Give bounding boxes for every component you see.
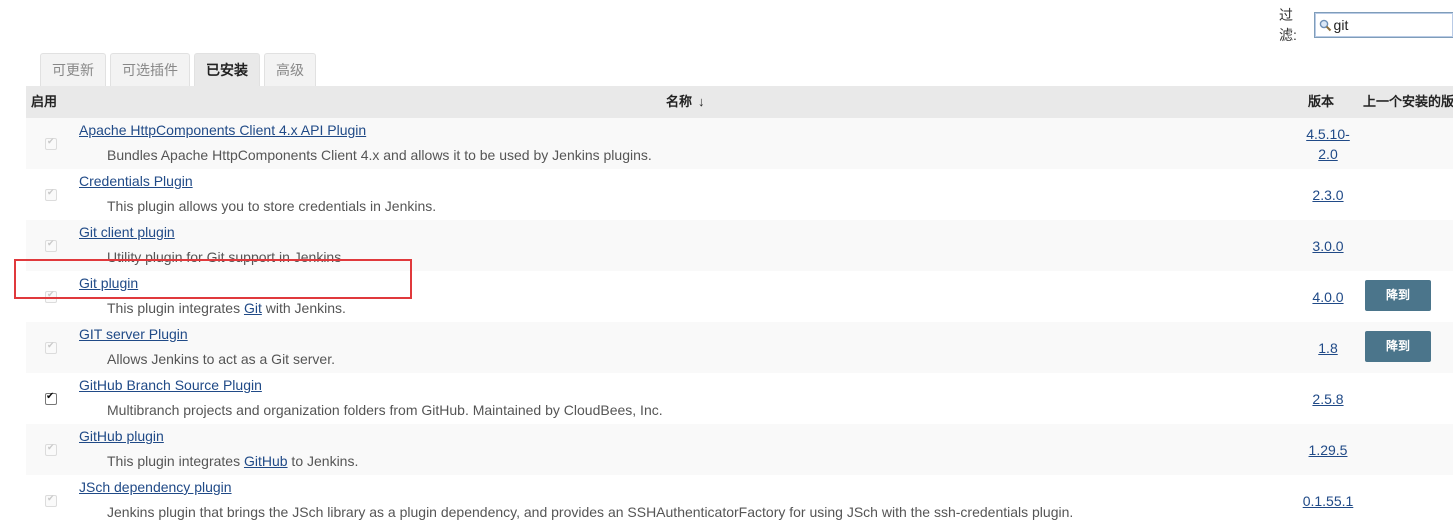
plugin-description: Jenkins plugin that brings the JSch libr…	[107, 504, 1074, 520]
plugin-link[interactable]: Apache HttpComponents Client 4.x API Plu…	[79, 122, 366, 138]
checkmark-icon: ✔	[47, 238, 55, 248]
tab-updates[interactable]: 可更新	[40, 53, 106, 86]
table-row: ✔ GitHub Branch Source Plugin Multibranc…	[26, 373, 1453, 424]
plugin-link[interactable]: Git client plugin	[79, 224, 175, 240]
table-row: ✔ Apache HttpComponents Client 4.x API P…	[26, 118, 1453, 169]
tab-bar: 可更新 可选插件 已安装 高级	[40, 53, 320, 86]
plugin-link[interactable]: GIT server Plugin	[79, 326, 188, 342]
table-row: ✔ GitHub plugin This plugin integrates G…	[26, 424, 1453, 475]
tab-installed[interactable]: 已安装	[194, 53, 260, 86]
description-text: This plugin integrates	[107, 453, 244, 469]
plugin-description: This plugin integrates Git with Jenkins.	[107, 300, 346, 316]
plugin-link[interactable]: Credentials Plugin	[79, 173, 193, 189]
version-link[interactable]: 4.5.10- 2.0	[1288, 124, 1368, 164]
filter-field[interactable]	[1313, 12, 1453, 38]
plugin-description: Multibranch projects and organization fo…	[107, 402, 663, 418]
enable-checkbox[interactable]: ✔	[45, 340, 57, 354]
plugin-link[interactable]: GitHub Branch Source Plugin	[79, 377, 262, 393]
version-line: 4.5.10-	[1306, 126, 1350, 142]
filter-label: 过滤:	[1279, 7, 1297, 43]
checkmark-icon: ✔	[46, 391, 55, 402]
checkmark-icon: ✔	[47, 187, 55, 197]
plugin-description: This plugin allows you to store credenti…	[107, 198, 437, 214]
enable-checkbox[interactable]: ✔	[45, 493, 57, 507]
enable-checkbox[interactable]: ✔	[45, 136, 57, 150]
plugin-description: Bundles Apache HttpComponents Client 4.x…	[107, 147, 652, 163]
description-link[interactable]: GitHub	[244, 453, 288, 469]
table-row: ✔ GIT server Plugin Allows Jenkins to ac…	[26, 322, 1453, 373]
enable-checkbox[interactable]: ✔	[45, 187, 57, 201]
tab-available[interactable]: 可选插件	[110, 53, 190, 86]
checkmark-icon: ✔	[47, 442, 55, 452]
highlight-annotation	[14, 259, 412, 299]
version-link[interactable]: 2.5.8	[1288, 389, 1368, 409]
tab-advanced[interactable]: 高级	[264, 53, 316, 86]
enable-checkbox[interactable]: ✔	[45, 238, 57, 252]
header-previous-version[interactable]: 上一个安装的版	[1363, 86, 1453, 118]
filter-bar: 过滤:	[1279, 7, 1453, 43]
version-line: 2.0	[1318, 146, 1338, 162]
description-text: This plugin integrates	[107, 300, 244, 316]
downgrade-button[interactable]: 降到	[1365, 280, 1431, 311]
version-link[interactable]: 2.3.0	[1288, 185, 1368, 205]
plugins-table: 启用 名称 ↓ 版本 上一个安装的版 ✔ Apache HttpComponent…	[26, 86, 1453, 526]
version-link[interactable]: 0.1.55.1	[1288, 491, 1368, 511]
enable-checkbox[interactable]: ✔	[45, 442, 57, 456]
header-enabled[interactable]: 启用	[31, 86, 57, 118]
table-row: ✔ JSch dependency plugin Jenkins plugin …	[26, 475, 1453, 526]
plugin-link[interactable]: GitHub plugin	[79, 428, 164, 444]
downgrade-button[interactable]: 降到	[1365, 331, 1431, 362]
header-name-label: 名称	[666, 94, 693, 109]
table-row: ✔ Credentials Plugin This plugin allows …	[26, 169, 1453, 220]
version-link[interactable]: 1.8	[1288, 338, 1368, 358]
plugin-description: Allows Jenkins to act as a Git server.	[107, 351, 335, 367]
description-link[interactable]: Git	[244, 300, 262, 316]
table-header: 启用 名称 ↓ 版本 上一个安装的版	[26, 86, 1453, 118]
filter-input[interactable]	[1333, 17, 1444, 33]
plugin-description: This plugin integrates GitHub to Jenkins…	[107, 453, 358, 469]
checkmark-icon: ✔	[47, 493, 55, 503]
search-icon	[1319, 19, 1331, 31]
description-text: to Jenkins.	[287, 453, 359, 469]
version-link[interactable]: 1.29.5	[1288, 440, 1368, 460]
enable-checkbox[interactable]: ✔	[45, 391, 57, 405]
checkmark-icon: ✔	[47, 136, 55, 146]
sort-arrow-icon: ↓	[698, 94, 705, 109]
version-link[interactable]: 3.0.0	[1288, 236, 1368, 256]
header-name[interactable]: 名称 ↓	[666, 86, 705, 118]
checkmark-icon: ✔	[47, 340, 55, 350]
plugin-link[interactable]: JSch dependency plugin	[79, 479, 232, 495]
description-text: with Jenkins.	[261, 300, 346, 316]
header-version[interactable]: 版本	[1308, 86, 1334, 118]
version-link[interactable]: 4.0.0	[1288, 287, 1368, 307]
